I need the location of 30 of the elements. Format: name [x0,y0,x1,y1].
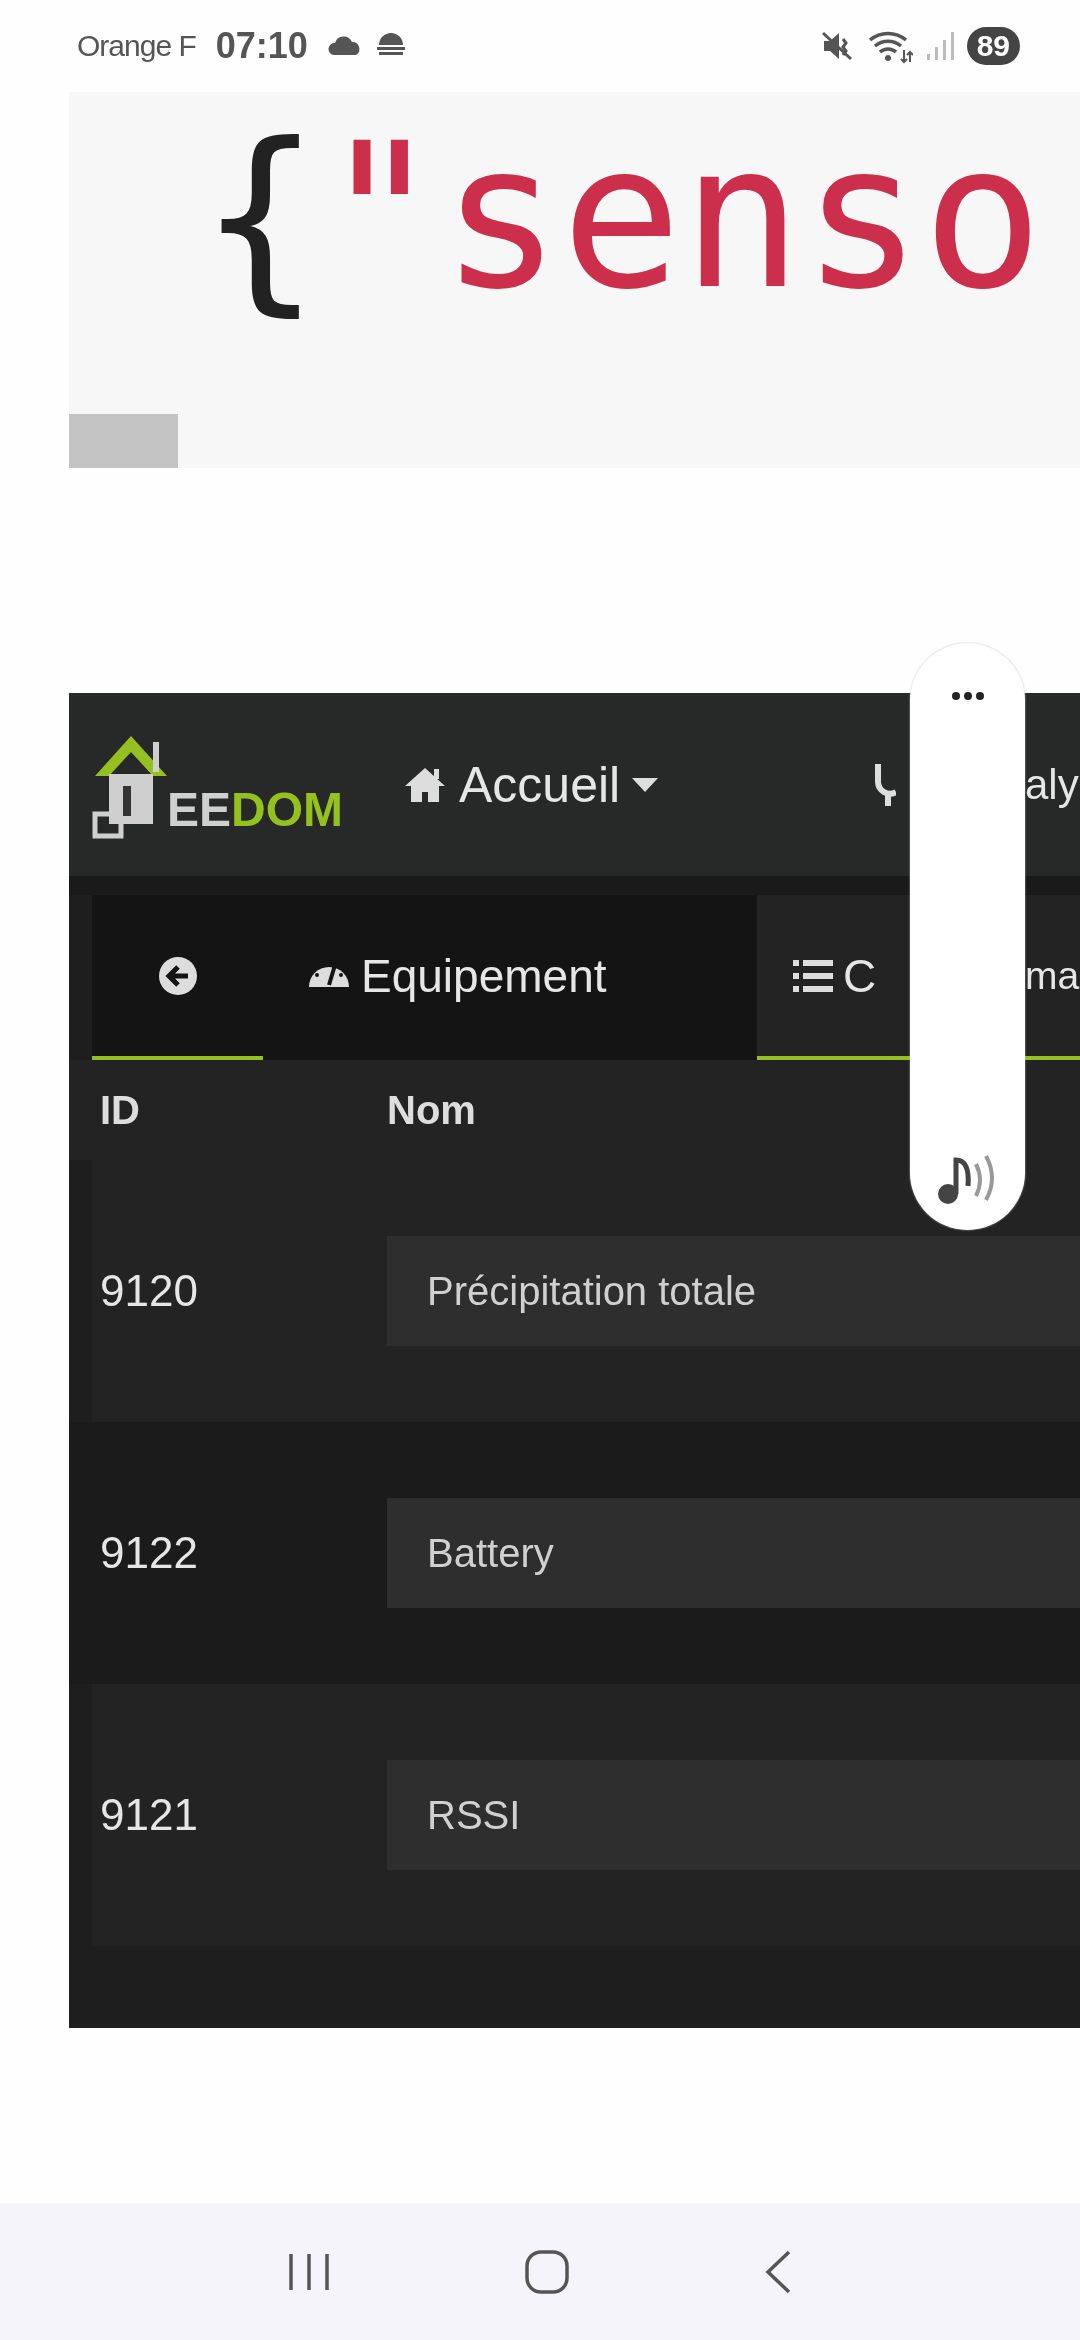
home-icon[interactable] [524,2248,570,2295]
menu-label[interactable]: aly [1025,760,1080,809]
column-header: ID [99,1087,141,1133]
logo-text: EEDOM [167,782,343,837]
more-icon[interactable] [950,691,985,701]
mute-icon [820,29,855,63]
gauge-icon [307,964,351,987]
code-brace: { [200,100,321,333]
name-field[interactable]: RSSI [387,1760,1080,1870]
id-cell-text: 9121 [99,1790,199,1840]
name-field[interactable]: Battery [387,1498,1080,1608]
battery-level: 89 [966,27,1020,65]
equipment-tab[interactable]: Equipement [263,895,757,1060]
name-field[interactable]: Précipitation totale [387,1236,1080,1346]
id-cell-text: 9122 [99,1528,199,1578]
back-tab[interactable] [92,895,263,1060]
clock-time: 07:10 [215,25,308,67]
stethoscope-icon [874,761,896,808]
house-icon [403,765,447,804]
caret-icon [632,777,659,792]
list-icon [793,958,833,993]
id-cell-text: 9120 [99,1266,199,1316]
cloud-icon [327,35,362,57]
signal-icon [924,30,955,62]
home-menu[interactable]: Accueil [403,755,659,814]
back-icon [157,955,198,996]
carrier-name: Orange F [77,29,196,63]
recents-icon[interactable] [286,2251,331,2292]
column-header: Nom [387,1087,476,1133]
code-string: "senso [320,100,1043,333]
